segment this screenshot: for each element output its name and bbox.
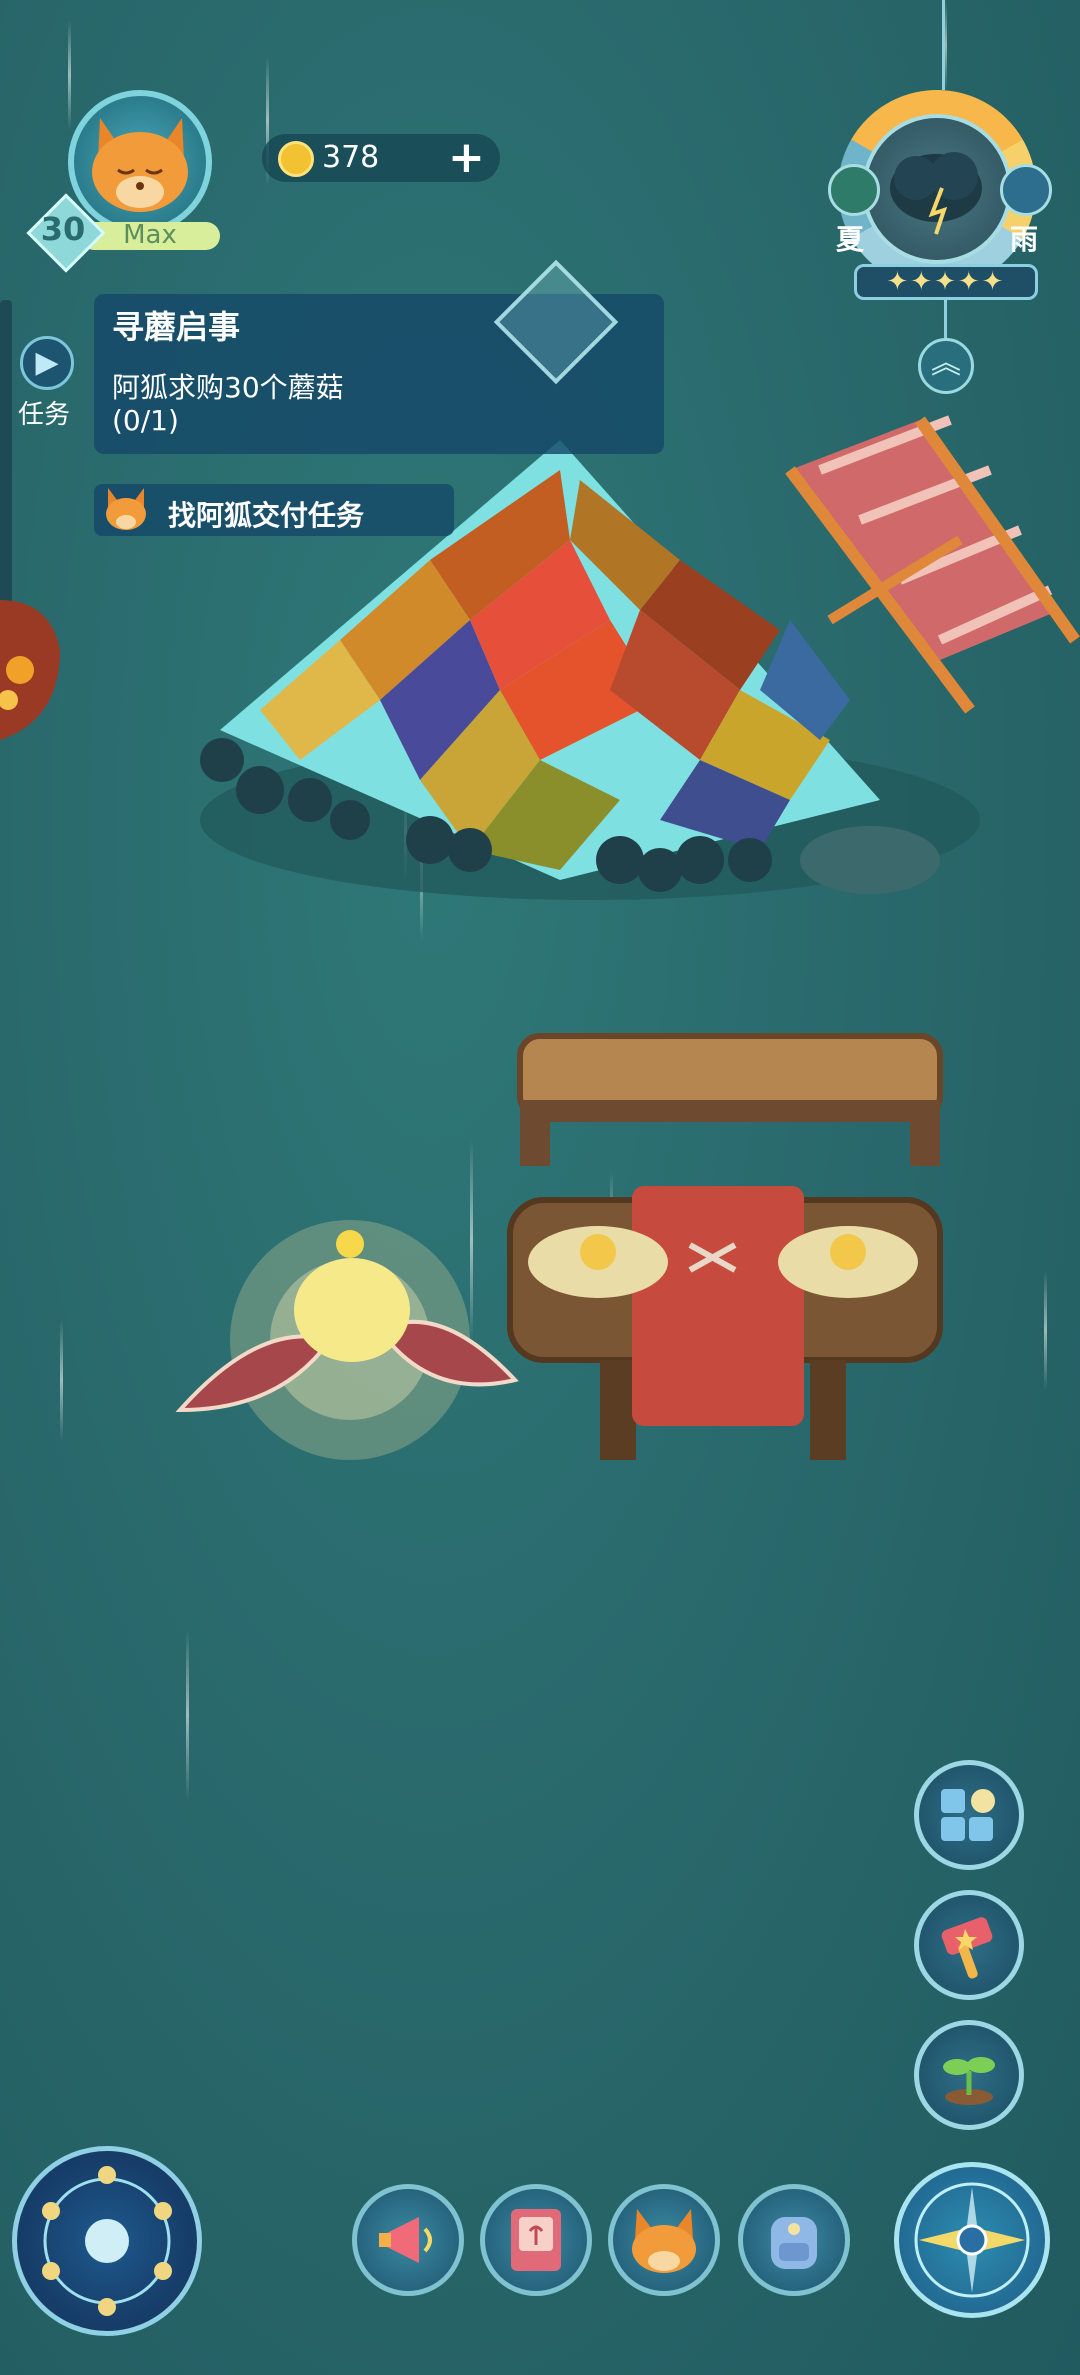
dining-table [507, 1186, 943, 1460]
sprout-icon [943, 2057, 995, 2105]
hammer-button[interactable] [914, 1890, 1024, 2000]
friends-button[interactable] [608, 2184, 720, 2296]
fox-face-icon [92, 118, 188, 212]
collapse-button[interactable]: ︽ [918, 338, 974, 394]
play-arrow-icon: ▶ [35, 345, 59, 380]
wooden-bench [517, 1033, 943, 1166]
quest-toggle-button[interactable]: ▶ [20, 336, 74, 390]
book-icon [511, 2209, 561, 2271]
backpack-button[interactable] [738, 2184, 850, 2296]
player-avatar[interactable] [68, 90, 212, 234]
handbook-button[interactable] [480, 2184, 592, 2296]
hammer-icon [941, 1917, 993, 1979]
storm-cloud-icon [862, 114, 1012, 264]
compass-button[interactable] [894, 2162, 1050, 2318]
quest-description: 阿狐求购30个蘑菇 [112, 371, 344, 404]
quest-tab-label: 任务 [18, 400, 71, 430]
add-coins-button[interactable]: + [448, 132, 485, 183]
weather-stars: ✦✦✦✦✦ [854, 264, 1038, 300]
fox-icon [632, 2209, 696, 2273]
weather-label: 雨 [1010, 223, 1039, 256]
leaf-icon [828, 164, 880, 216]
glowing-bird-character [175, 1220, 519, 1460]
fox-icon [102, 484, 150, 534]
quest-progress: (0/1) [112, 404, 179, 437]
compass-icon [914, 2182, 1030, 2298]
backpack-icon [771, 2217, 817, 2269]
puzzle-icon [941, 1789, 995, 1841]
coin-value: 378 [322, 140, 380, 175]
rock [800, 826, 940, 894]
season-label: 夏 [836, 223, 865, 256]
announcement-button[interactable] [352, 2184, 464, 2296]
megaphone-icon [379, 2217, 432, 2263]
player-level: 30 [40, 210, 86, 248]
deck-chair [785, 415, 1080, 714]
puzzle-button[interactable] [914, 1760, 1024, 1870]
weather-string [942, 0, 945, 90]
raindrops-icon [1000, 164, 1052, 216]
collapse-string [944, 300, 947, 340]
coin-icon [278, 141, 314, 177]
sprout-button[interactable] [914, 2020, 1024, 2130]
chevron-double-up-icon: ︽ [931, 346, 961, 381]
quest-subtask-label: 找阿狐交付任务 [168, 499, 365, 532]
quest-title: 寻蘑启事 [112, 308, 241, 346]
moon-calendar-button[interactable] [12, 2146, 202, 2336]
moon-phase-icon [42, 2166, 172, 2316]
